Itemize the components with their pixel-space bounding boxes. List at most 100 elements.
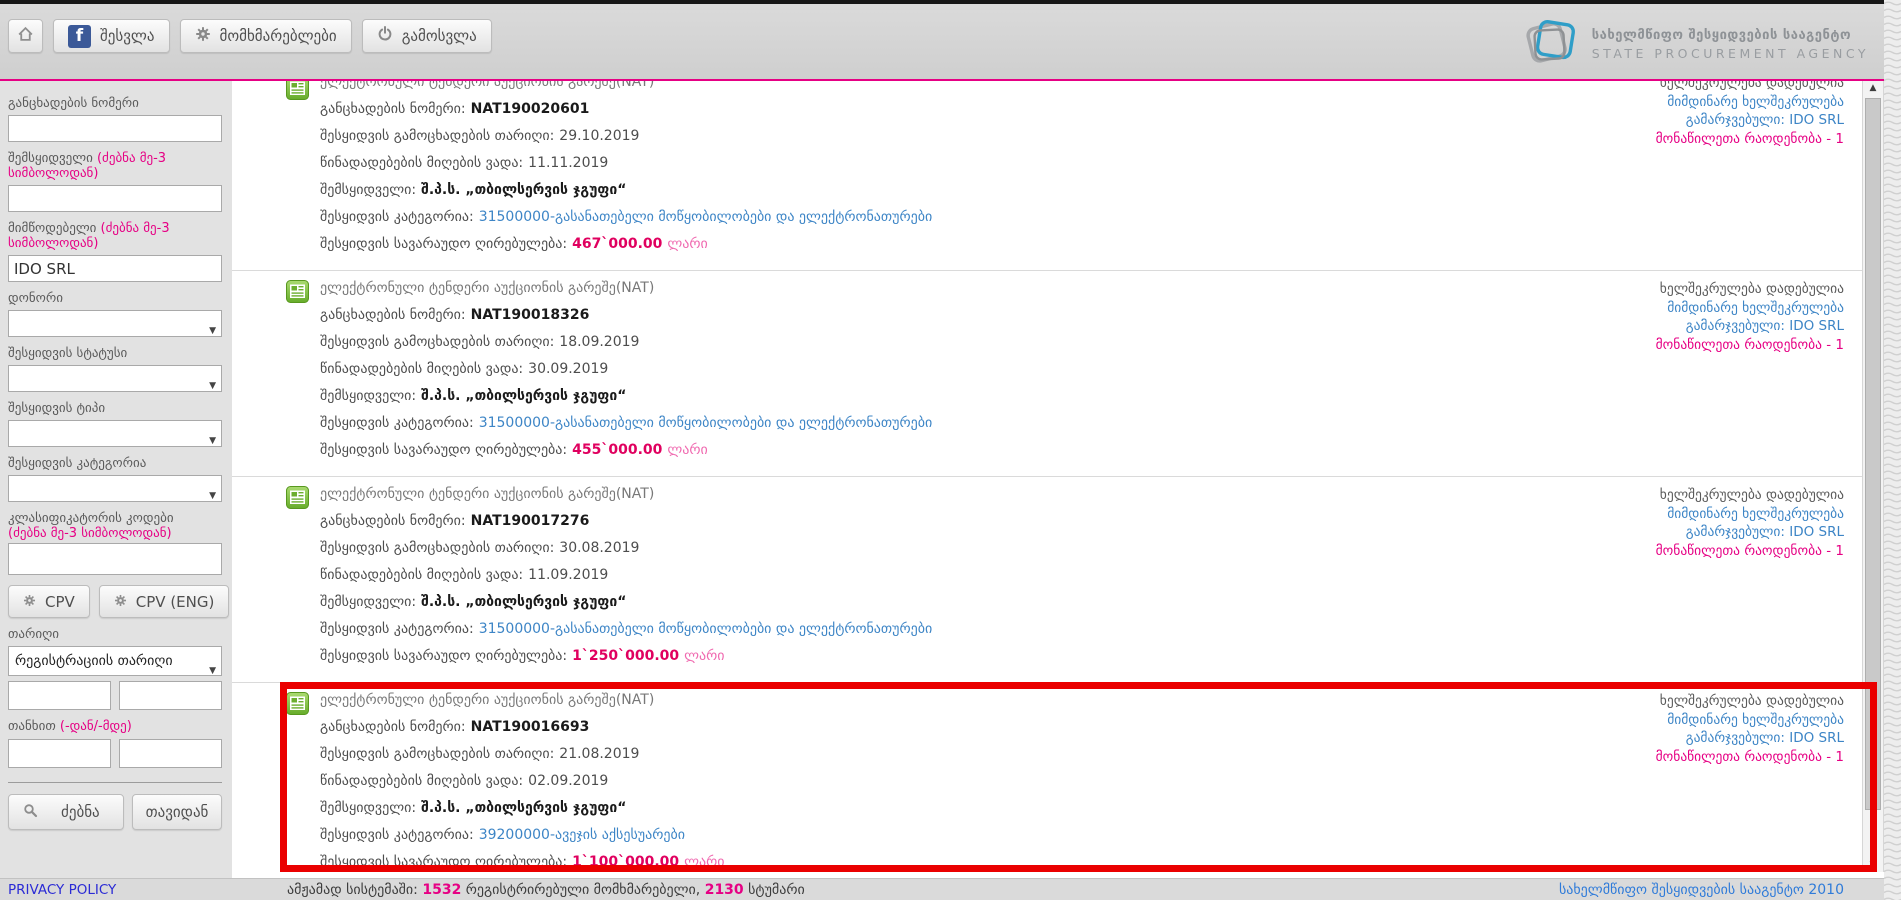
chevron-down-icon: ▼	[209, 491, 216, 501]
currency-label: ლარი	[684, 648, 725, 664]
classifier-search-hint: (ძებნა მე-3 სიმბოლოდან)	[8, 526, 172, 541]
procurement-type-select[interactable]: ▼	[8, 420, 222, 447]
facebook-login-button[interactable]: f შესვლა	[53, 19, 170, 53]
donor-select[interactable]: ▼	[8, 310, 222, 337]
ongoing-contract-link[interactable]: მიმდინარე ხელშეკრულება	[1656, 93, 1844, 112]
users-button[interactable]: მომხმარებლები	[179, 19, 352, 53]
tender-number: NAT190017276	[470, 513, 590, 529]
buyer-name: შ.პ.ს. „თბილსერვის ჯგუფი“	[421, 182, 627, 198]
donor-label: დონორი	[8, 291, 63, 306]
date-label: თარიღი	[8, 627, 60, 642]
date-type-selected-value: რეგისტრაციის თარიღი	[15, 653, 173, 669]
announce-date: 30.08.2019	[559, 540, 640, 556]
cpv-eng-button-label: CPV (ENG)	[135, 592, 215, 611]
procurement-status-select[interactable]: ▼	[8, 365, 222, 392]
tender-number: NAT190016693	[470, 719, 590, 735]
scrollbar-thumb[interactable]	[1865, 98, 1881, 810]
search-button[interactable]: ძებნა	[8, 794, 124, 830]
field-label: განცხადების ნომერი:	[320, 307, 466, 323]
tender-title: ელექტრონული ტენდერი აუქციონის გარეშე(NAT…	[320, 81, 655, 90]
scroll-up-arrow[interactable]: ▲	[1863, 83, 1883, 93]
logout-button[interactable]: გამოსვლა	[361, 19, 492, 53]
tender-list-item[interactable]: ელექტრონული ტენდერი აუქციონის გარეშე(NAT…	[232, 270, 1862, 476]
winner-link[interactable]: გამარჯვებული: IDO SRL	[1656, 111, 1844, 130]
procurement-type-label: შესყიდვის ტიპი	[8, 401, 106, 416]
field-label: შესყიდვის კატეგორია:	[320, 415, 474, 431]
buyer-label: შემსყიდველი (ძებნა მე-3 სიმბოლოდან)	[8, 151, 167, 181]
category-link[interactable]: 31500000-გასანათებელი მოწყობილობები და ე…	[479, 415, 933, 431]
guests-count: 2130	[704, 882, 744, 898]
ongoing-contract-link[interactable]: მიმდინარე ხელშეკრულება	[1656, 505, 1844, 524]
sidebar-divider	[8, 782, 222, 783]
amount-to-input[interactable]	[119, 739, 222, 768]
tender-status-block: ხელშეკრულება დადებულია მიმდინარე ხელშეკრ…	[1656, 280, 1844, 354]
procurement-category-select[interactable]: ▼	[8, 475, 222, 502]
app-number-label: განცხადების ნომერი	[8, 96, 139, 111]
agency-logo: სახელმწიფო შესყიდვების სააგენტო STATE PR…	[1522, 14, 1869, 75]
tender-list-item[interactable]: ელექტრონული ტენდერი აუქციონის გარეშე(NAT…	[232, 81, 1862, 270]
privacy-policy-link[interactable]: PRIVACY POLICY	[8, 882, 116, 898]
field-label: შესყიდვის კატეგორია:	[320, 827, 474, 843]
search-filter-sidebar: განცხადების ნომერი შემსყიდველი (ძებნა მე…	[0, 81, 232, 878]
scroll-down-arrow[interactable]: ▼	[1863, 860, 1883, 870]
field-label: შესყიდვის სავარაუდო ღირებულება:	[320, 442, 568, 458]
tender-document-icon	[286, 486, 309, 513]
field-label: შესყიდვის სავარაუდო ღირებულება:	[320, 648, 568, 664]
field-label: განცხადების ნომერი:	[320, 719, 466, 735]
ongoing-contract-link[interactable]: მიმდინარე ხელშეკრულება	[1656, 711, 1844, 730]
winner-link[interactable]: გამარჯვებული: IDO SRL	[1656, 317, 1844, 336]
supplier-input[interactable]	[8, 255, 222, 282]
wave-pattern-strip	[1884, 0, 1901, 900]
tender-title: ელექტრონული ტენდერი აუქციონის გარეშე(NAT…	[320, 692, 655, 708]
date-to-input[interactable]	[119, 681, 222, 710]
field-label: წინადადებების მიღების ვადა:	[320, 155, 524, 171]
tender-status-block: ხელშეკრულება დადებულია მიმდინარე ხელშეკრ…	[1656, 486, 1844, 560]
header-accent-line	[0, 79, 1884, 81]
tender-list-item[interactable]: ელექტრონული ტენდერი აუქციონის გარეშე(NAT…	[232, 476, 1862, 682]
registered-users-count: 1532	[422, 882, 462, 898]
home-button[interactable]	[8, 19, 43, 53]
search-icon	[23, 803, 38, 822]
category-link[interactable]: 31500000-გასანათებელი მოწყობილობები და ე…	[479, 621, 933, 637]
cpv-button-label: CPV	[45, 592, 75, 611]
field-label: შემსყიდველი:	[320, 182, 417, 198]
supplier-label: მიმწოდებელი (ძებნა მე-3 სიმბოლოდან)	[8, 221, 170, 251]
buyer-input[interactable]	[8, 185, 222, 212]
amount-range-hint: (-დან/-მდე)	[59, 719, 132, 734]
classifier-codes-input[interactable]	[8, 543, 222, 575]
buyer-name: შ.პ.ს. „თბილსერვის ჯგუფი“	[421, 800, 627, 816]
winner-link[interactable]: გამარჯვებული: IDO SRL	[1656, 729, 1844, 748]
reset-button[interactable]: თავიდან	[132, 794, 222, 830]
date-type-select[interactable]: რეგისტრაციის თარიღი ▼	[8, 646, 222, 676]
tender-status-block: ხელშეკრულება დადებულია მიმდინარე ხელშეკრ…	[1656, 81, 1844, 148]
cpv-button[interactable]: CPV	[8, 585, 90, 618]
participants-count: მონაწილეთა რაოდენობა - 1	[1655, 336, 1844, 353]
cpv-eng-button[interactable]: CPV (ENG)	[98, 585, 230, 618]
field-label: შესყიდვის სავარაუდო ღირებულება:	[320, 854, 568, 870]
field-label: შესყიდვის გამოცხადების თარიღი:	[320, 540, 555, 556]
gear-icon	[114, 593, 127, 611]
field-label: შესყიდვის კატეგორია:	[320, 209, 474, 225]
agency-title-english: STATE PROCUREMENT AGENCY	[1591, 46, 1869, 61]
tender-list-item[interactable]: ელექტრონული ტენდერი აუქციონის გარეშე(NAT…	[232, 682, 1862, 878]
deadline-date: 02.09.2019	[528, 773, 609, 789]
chevron-down-icon: ▼	[209, 326, 216, 336]
field-label: განცხადების ნომერი:	[320, 513, 466, 529]
buyer-name: შ.პ.ს. „თბილსერვის ჯგუფი“	[421, 594, 627, 610]
estimated-value: 1`250`000.00	[572, 648, 680, 664]
buyer-name: შ.პ.ს. „თბილსერვის ჯგუფი“	[421, 388, 627, 404]
winner-link[interactable]: გამარჯვებული: IDO SRL	[1656, 523, 1844, 542]
estimated-value: 1`100`000.00	[572, 854, 680, 870]
ongoing-contract-link[interactable]: მიმდინარე ხელშეკრულება	[1656, 299, 1844, 318]
agency-title-georgian: სახელმწიფო შესყიდვების სააგენტო	[1591, 28, 1852, 43]
category-link[interactable]: 31500000-გასანათებელი მოწყობილობები და ე…	[479, 209, 933, 225]
date-from-input[interactable]	[8, 681, 111, 710]
app-number-input[interactable]	[8, 115, 222, 142]
header: f შესვლა მომხმარებლები გამოსვლა სახელმწი…	[0, 4, 1901, 79]
amount-from-input[interactable]	[8, 739, 111, 768]
agency-footer-link[interactable]: სახელმწიფო შესყიდვების სააგენტო 2010	[1559, 882, 1844, 898]
vertical-scrollbar[interactable]: ▲ ▼	[1862, 81, 1884, 872]
category-link[interactable]: 39200000-ავეჯის აქსესუარები	[479, 827, 685, 843]
announce-date: 29.10.2019	[559, 128, 640, 144]
classifier-codes-label: კლასიფიკატორის კოდები (ძებნა მე-3 სიმბოლო…	[8, 511, 174, 541]
